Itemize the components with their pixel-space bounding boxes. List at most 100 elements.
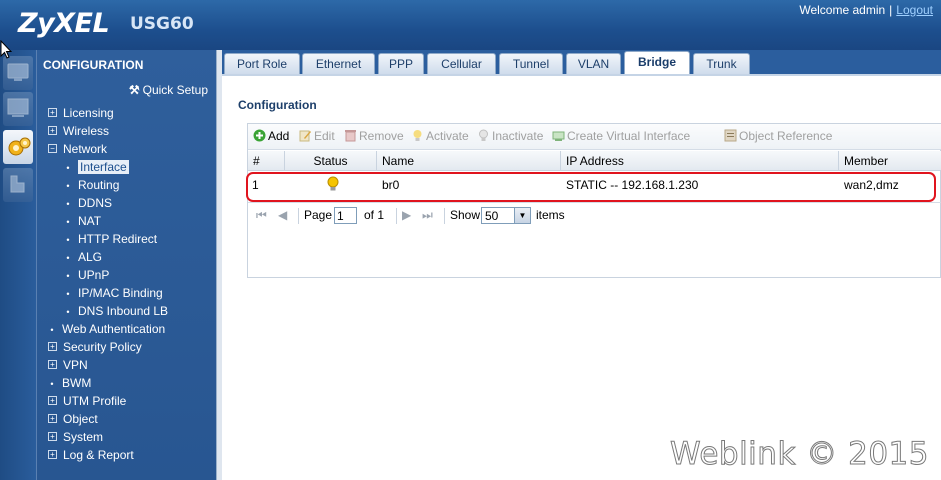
collapse-icon[interactable]: − — [48, 144, 57, 154]
expand-icon[interactable]: + — [48, 450, 57, 460]
remove-label: Remove — [359, 129, 404, 143]
tab-trunk[interactable]: Trunk — [693, 53, 750, 74]
device-model: USG60 — [130, 14, 194, 34]
sidebar-item-label: IP/MAC Binding — [78, 286, 163, 300]
edit-label: Edit — [314, 129, 335, 143]
sidebar-item-label: Web Authentication — [62, 322, 166, 336]
tab-tunnel[interactable]: Tunnel — [499, 53, 563, 74]
sidebar-item-security-policy[interactable]: + Security Policy — [37, 338, 217, 356]
column-member[interactable]: Member — [839, 151, 941, 171]
column-ip-address[interactable]: IP Address — [561, 151, 839, 171]
bullet-icon: • — [50, 325, 54, 335]
bullet-icon: • — [66, 217, 70, 227]
expand-icon[interactable]: + — [48, 108, 57, 118]
expand-icon[interactable]: + — [48, 342, 57, 352]
activate-label: Activate — [426, 129, 469, 143]
next-page-icon[interactable]: ▶ — [402, 208, 411, 222]
pager-divider — [396, 208, 397, 224]
top-header: ZyXEL USG60 Welcome admin | Logout — [0, 0, 941, 50]
section-title: Configuration — [238, 98, 317, 112]
mouse-cursor-icon — [0, 40, 12, 59]
edit-button[interactable]: Edit — [299, 129, 335, 143]
inactivate-button[interactable]: Inactivate — [477, 129, 543, 143]
sidebar-item-licensing[interactable]: + Licensing — [37, 104, 217, 122]
bullet-icon: • — [66, 235, 70, 245]
virtual-interface-icon — [552, 131, 565, 141]
add-label: Add — [268, 129, 290, 143]
tab-bridge[interactable]: Bridge — [624, 51, 690, 74]
sidebar-item-system[interactable]: + System — [37, 428, 217, 446]
remove-button[interactable]: Remove — [344, 129, 404, 143]
monitor-icon[interactable] — [3, 92, 33, 126]
bridge-table: Add Edit Remove Activate Inactivate Crea… — [246, 123, 941, 278]
wrench-icon: ⚒ — [128, 83, 140, 97]
tab-vlan[interactable]: VLAN — [566, 53, 621, 74]
sidebar-item-bwm[interactable]: • BWM — [37, 374, 217, 392]
sidebar-item-label: Wireless — [63, 124, 110, 138]
page-number-input[interactable] — [334, 207, 357, 224]
brand-logo: ZyXEL — [18, 8, 110, 39]
sidebar-item-interface[interactable]: • Interface — [37, 158, 217, 176]
object-reference-icon — [724, 129, 737, 142]
welcome-bar: Welcome admin | Logout — [799, 3, 933, 17]
sidebar-item-ddns[interactable]: • DDNS — [37, 194, 217, 212]
expand-icon[interactable]: + — [48, 432, 57, 442]
object-reference-button[interactable]: Object Reference — [724, 129, 832, 143]
sidebar-item-label: Security Policy — [63, 340, 142, 354]
tab-ethernet[interactable]: Ethernet — [302, 53, 375, 74]
tab-cellular[interactable]: Cellular — [427, 53, 496, 74]
row-highlight-annotation — [246, 172, 936, 202]
sidebar-item-upnp[interactable]: • UPnP — [37, 266, 217, 284]
sidebar-item-utm-profile[interactable]: + UTM Profile — [37, 392, 217, 410]
expand-icon[interactable]: + — [48, 414, 57, 424]
sidebar-item-web-authentication[interactable]: • Web Authentication — [37, 320, 217, 338]
sidebar-item-http-redirect[interactable]: • HTTP Redirect — [37, 230, 217, 248]
expand-icon[interactable]: + — [48, 396, 57, 406]
interface-tabs: Port Role Ethernet PPP Cellular Tunnel VLAN Br… — [222, 50, 941, 74]
activate-button[interactable]: Activate — [411, 129, 469, 143]
chevron-down-icon: ▼ — [514, 208, 530, 223]
remove-icon — [345, 130, 356, 142]
prev-page-icon[interactable]: ◀ — [278, 208, 287, 222]
first-page-icon[interactable]: ⏮ — [256, 208, 267, 223]
sidebar-item-label: Interface — [78, 160, 129, 174]
sidebar-item-label: ALG — [78, 250, 103, 264]
expand-icon[interactable]: + — [48, 360, 57, 370]
welcome-separator: | — [889, 3, 893, 17]
tab-ppp[interactable]: PPP — [378, 53, 424, 74]
page-label: Page — [304, 208, 333, 222]
create-virtual-interface-button[interactable]: Create Virtual Interface — [552, 129, 690, 143]
sidebar-item-label: BWM — [62, 376, 92, 390]
column-number[interactable]: # — [248, 151, 285, 171]
sidebar-item-ip-mac-binding[interactable]: • IP/MAC Binding — [37, 284, 217, 302]
sidebar-item-vpn[interactable]: + VPN — [37, 356, 217, 374]
page-size-select[interactable]: 50 ▼ — [481, 207, 531, 224]
add-button[interactable]: Add — [253, 129, 289, 143]
sidebar-item-alg[interactable]: • ALG — [37, 248, 217, 266]
quick-setup-link[interactable]: ⚒ Quick Setup — [129, 83, 208, 97]
column-status[interactable]: Status — [285, 151, 377, 171]
inactivate-bulb-icon — [479, 129, 488, 141]
sidebar-item-wireless[interactable]: + Wireless — [37, 122, 217, 140]
quick-setup-label: Quick Setup — [142, 83, 208, 97]
sidebar-item-log-report[interactable]: + Log & Report — [37, 446, 217, 464]
expand-icon[interactable]: + — [48, 126, 57, 136]
tab-port-role[interactable]: Port Role — [224, 53, 300, 74]
sidebar-item-label: Routing — [78, 178, 120, 192]
sidebar-item-label: Object — [63, 412, 98, 426]
sidebar-item-network[interactable]: − Network — [37, 140, 217, 158]
maintenance-icon[interactable] — [3, 168, 33, 202]
page-of-label: of 1 — [364, 208, 385, 222]
last-page-icon[interactable]: ⏭ — [422, 208, 433, 223]
sidebar-item-dns-inbound-lb[interactable]: • DNS Inbound LB — [37, 302, 217, 320]
sidebar-item-label: UTM Profile — [63, 394, 127, 408]
sidebar-item-object[interactable]: + Object — [37, 410, 217, 428]
sidebar-item-label: DNS Inbound LB — [78, 304, 169, 318]
bullet-icon: • — [66, 199, 70, 209]
configuration-gear-icon[interactable] — [3, 130, 33, 164]
sidebar-item-nat[interactable]: • NAT — [37, 212, 217, 230]
column-name[interactable]: Name — [377, 151, 561, 171]
dashboard-icon[interactable] — [3, 56, 33, 90]
logout-link[interactable]: Logout — [896, 3, 933, 17]
sidebar-item-routing[interactable]: • Routing — [37, 176, 217, 194]
